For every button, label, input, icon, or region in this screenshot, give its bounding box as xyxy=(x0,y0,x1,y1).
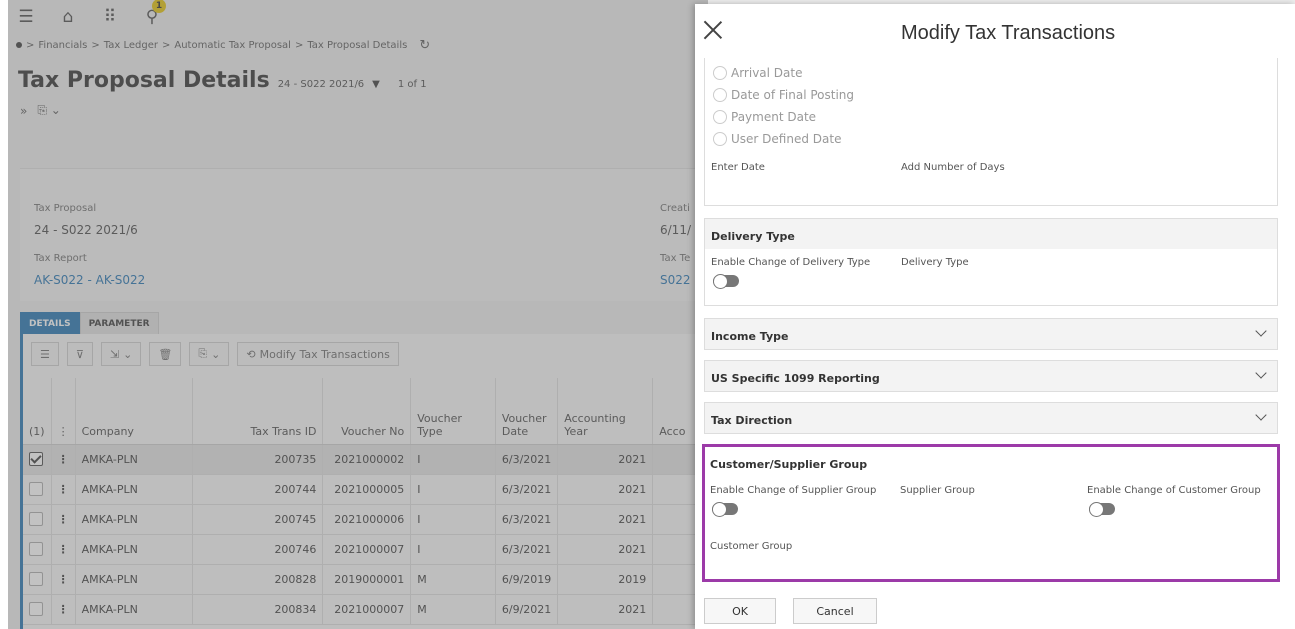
enter-date-label: Enter Date xyxy=(711,162,765,173)
delivery-type-section: Delivery Type Enable Change of Delivery … xyxy=(704,218,1278,306)
panel-header: Modify Tax Transactions xyxy=(695,4,1295,58)
radio-user-defined-date[interactable]: User Defined Date xyxy=(705,128,1277,150)
enable-delivery-type-label: Enable Change of Delivery Type xyxy=(711,257,871,268)
radio-arrival-date[interactable]: Arrival Date xyxy=(705,62,1277,84)
radio-payment-date[interactable]: Payment Date xyxy=(705,106,1277,128)
tax-direction-header[interactable]: Tax Direction xyxy=(705,403,1277,433)
radio-icon xyxy=(713,66,727,80)
highlight-box xyxy=(702,444,1280,582)
chevron-down-icon xyxy=(1255,367,1267,379)
date-section: Arrival Date Date of Final Posting Payme… xyxy=(704,58,1278,206)
us-1099-section[interactable]: US Specific 1099 Reporting xyxy=(704,360,1278,392)
chevron-down-icon xyxy=(1255,325,1267,337)
income-type-section[interactable]: Income Type xyxy=(704,318,1278,350)
radio-icon xyxy=(713,88,727,102)
delivery-type-label: Delivery Type xyxy=(901,257,969,268)
add-number-of-days-label: Add Number of Days xyxy=(901,162,1005,173)
modify-tax-transactions-panel: Modify Tax Transactions Arrival Date Dat… xyxy=(695,4,1295,629)
delivery-type-header: Delivery Type xyxy=(705,219,1277,249)
ok-button[interactable]: OK xyxy=(704,598,776,624)
panel-title: Modify Tax Transactions xyxy=(901,22,1116,44)
radio-icon xyxy=(713,110,727,124)
radio-date-of-final-posting[interactable]: Date of Final Posting xyxy=(705,84,1277,106)
chevron-down-icon xyxy=(1255,409,1267,421)
modal-overlay xyxy=(8,0,708,629)
delivery-type-toggle[interactable] xyxy=(713,274,739,289)
radio-icon xyxy=(713,132,727,146)
income-type-header[interactable]: Income Type xyxy=(705,319,1277,349)
tax-direction-section[interactable]: Tax Direction xyxy=(704,402,1278,434)
close-icon[interactable] xyxy=(703,20,723,40)
cancel-button[interactable]: Cancel xyxy=(793,598,877,624)
us-1099-header[interactable]: US Specific 1099 Reporting xyxy=(705,361,1277,391)
